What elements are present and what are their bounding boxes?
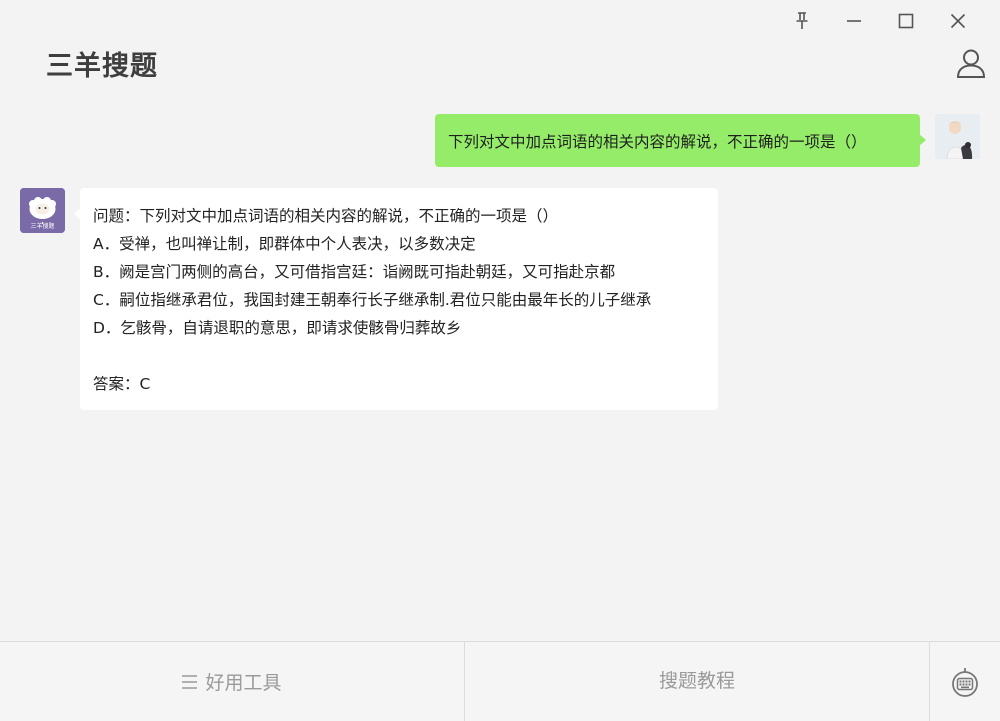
keyboard-icon — [952, 667, 978, 697]
bot-avatar[interactable]: 三羊搜题 — [20, 188, 65, 233]
option-b: B．阙是宫门两侧的高台，又可借指宫廷：诣阙既可指赴朝廷，又可指赴京都 — [93, 263, 616, 281]
question-line: 问题：下列对文中加点词语的相关内容的解说，不正确的一项是（） — [93, 207, 559, 225]
answer-spacer — [93, 342, 718, 370]
app-title: 三羊搜题 — [46, 51, 158, 82]
user-avatar[interactable] — [935, 114, 980, 159]
minimize-icon — [847, 20, 861, 22]
user-icon — [956, 49, 986, 78]
svg-text:三羊搜题: 三羊搜题 — [30, 222, 54, 230]
user-button[interactable] — [954, 46, 988, 80]
close-icon — [950, 13, 966, 29]
sheep-logo-icon: 三羊搜题 — [20, 188, 65, 233]
window-controls — [776, 8, 984, 34]
option-a: A．受禅，也叫禅让制，即群体中个人表决，以多数决定 — [93, 235, 476, 253]
answer-line: 答案：C — [93, 375, 151, 393]
tools-label: 好用工具 — [205, 672, 282, 694]
tutorial-button[interactable]: 搜题教程 — [465, 642, 930, 721]
tools-button[interactable]: 好用工具 — [0, 642, 465, 721]
close-button[interactable] — [932, 8, 984, 34]
user-avatar-image — [935, 114, 980, 159]
pin-button[interactable] — [776, 8, 828, 34]
option-c: C．嗣位指继承君位，我国封建王朝奉行长子继承制.君位只能由最年长的儿子继承 — [93, 291, 652, 309]
menu-icon — [182, 674, 198, 689]
maximize-icon — [898, 13, 914, 29]
user-message-bubble: 下列对文中加点词语的相关内容的解说，不正确的一项是（） — [435, 114, 926, 167]
bottom-bar: 好用工具 搜题教程 — [0, 641, 1000, 721]
maximize-button[interactable] — [880, 8, 932, 34]
bot-message-bubble: 问题：下列对文中加点词语的相关内容的解说，不正确的一项是（） A．受禅，也叫禅让… — [74, 188, 718, 410]
tutorial-label: 搜题教程 — [658, 670, 735, 692]
option-d: D．乞骸骨，自请退职的意思，即请求使骸骨归葬故乡 — [93, 319, 462, 337]
minimize-button[interactable] — [828, 8, 880, 34]
pin-icon — [796, 12, 808, 29]
keyboard-toggle-button[interactable] — [930, 642, 1000, 721]
user-message-text: 下列对文中加点词语的相关内容的解说，不正确的一项是（） — [448, 132, 867, 151]
